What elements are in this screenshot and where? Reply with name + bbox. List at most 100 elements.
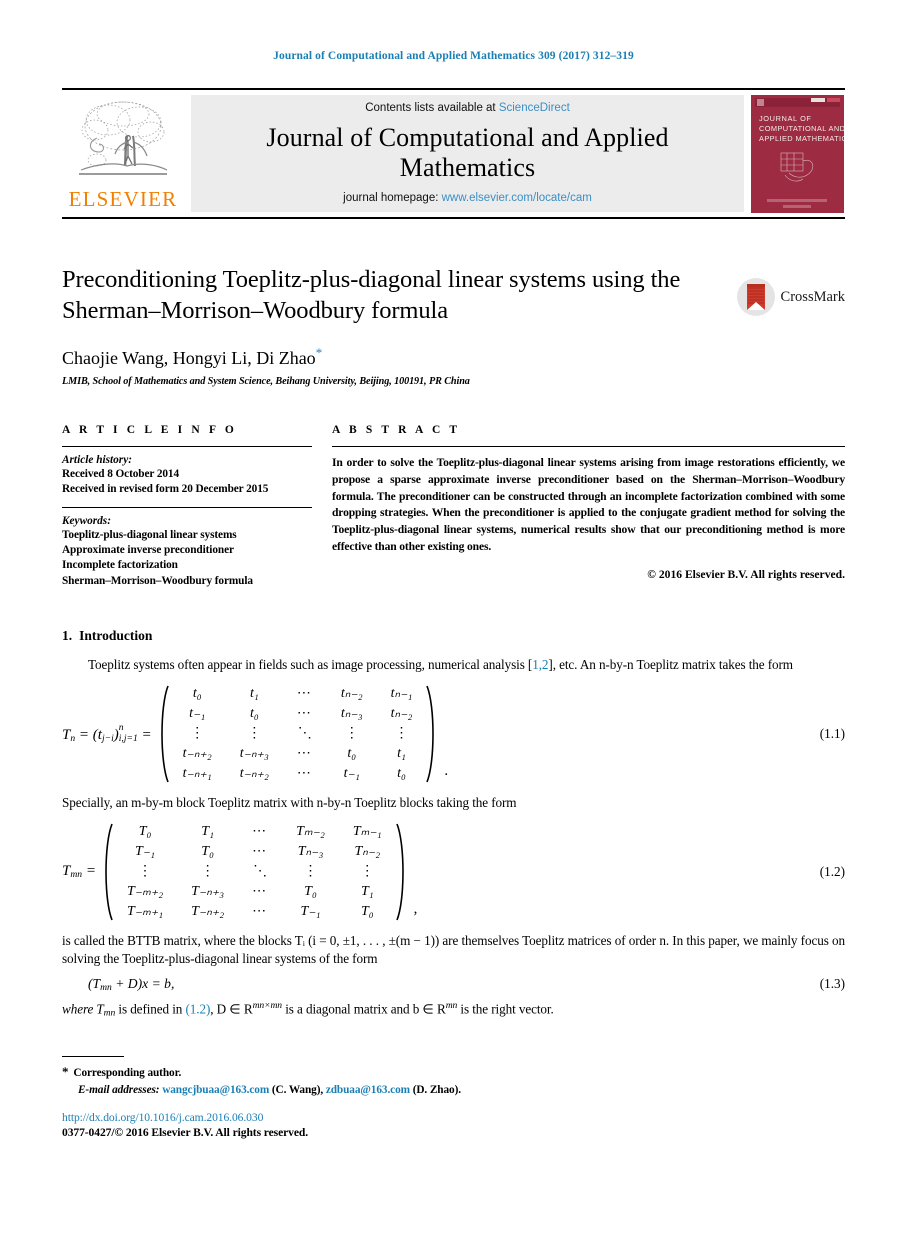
matrix-cell: ⋮: [200, 863, 215, 879]
page-title: Preconditioning Toeplitz-plus-diagonal l…: [62, 266, 681, 324]
elsevier-wordmark: ELSEVIER: [68, 187, 178, 211]
matrix-1-2: T₀ T₁ ⋯ Tₘ₋₂ Tₘ₋₁ T₋₁ T₀ ⋯ Tₙ₋₃ Tₙ₋₂ ⋮ ⋮ ⋱ ⋮ ⋮ T₋ₘ₊₂…: [100, 822, 417, 922]
matrix-cell: t₁: [397, 745, 406, 761]
matrix-cell: Tₙ₋₃: [297, 843, 324, 859]
keyword-item: Incomplete factorization: [62, 559, 178, 572]
matrix-cell: t₀: [347, 745, 357, 761]
elsevier-logo: ELSEVIER: [62, 90, 184, 217]
equation-1-2: Tmn = T₀ T₁ ⋯ Tₘ₋₂ Tₘ₋₁ T₋₁ T₀ ⋯ Tₙ₋₃ Tₙ₋₂ ⋮ ⋮ ⋱ ⋮ ⋮…: [62, 822, 845, 922]
equation-1-3-expression: (Tmn + D)x = b,: [62, 976, 174, 993]
matrix-cell: T₀: [360, 903, 374, 919]
matrix-cell: Tₘ₋₂: [296, 823, 325, 839]
matrix-1-1-table: t₀ t₁ ⋯ tₙ₋₂ tₙ₋₁ t₋₁ t₀ ⋯ tₙ₋₃ tₙ₋₂ ⋮ ⋮ ⋱ ⋮ ⋮ t₋ₙ₊₂…: [169, 684, 427, 784]
journal-cover-image: JOURNAL OF COMPUTATIONAL AND APPLIED MAT…: [751, 94, 844, 213]
para4-after2: is a diagonal matrix and b ∈ R: [282, 1001, 446, 1017]
sciencedirect-link[interactable]: ScienceDirect: [499, 102, 570, 114]
matrix-cell: T₀: [304, 883, 317, 899]
matrix-cell: ⋮: [344, 725, 359, 741]
journal-homepage-link[interactable]: www.elsevier.com/locate/cam: [442, 192, 592, 204]
matrix-cell: ⋯: [296, 705, 313, 721]
title-block: Preconditioning Toeplitz-plus-diagonal l…: [62, 265, 845, 387]
matrix-cell: ⋱: [297, 725, 312, 741]
section-number: 1.: [62, 628, 73, 643]
eq12-equals: =: [82, 863, 96, 880]
para4-sup-2: mn: [445, 999, 458, 1011]
author-list: Chaojie Wang, Hongyi Li, Di Zhao*: [62, 345, 845, 369]
contents-available-line: Contents lists available at ScienceDirec…: [365, 102, 570, 114]
section-title: Introduction: [79, 628, 153, 643]
citation-link-1-2[interactable]: 1,2: [532, 657, 548, 672]
email-link-zhao[interactable]: zdbuaa@163.com: [326, 1084, 410, 1096]
elsevier-tree-icon: [79, 101, 168, 175]
matrix-cell: ⋯: [296, 765, 313, 781]
keywords-label: Keywords:: [62, 514, 111, 527]
abstract-text: In order to solve the Toeplitz-plus-diag…: [332, 456, 845, 553]
matrix-row: T₋₁ T₀ ⋯ Tₙ₋₃ Tₙ₋₂: [113, 842, 396, 862]
equation-1-1-number: (1.1): [819, 725, 845, 741]
matrix-cell: t₋ₙ₊₂: [239, 765, 269, 781]
matrix-cell: ⋯: [252, 823, 269, 839]
equation-1-3-body: (Tmn + D)x = b,: [62, 976, 820, 993]
crossmark-icon: [736, 278, 775, 316]
eq11-equals: =: [137, 727, 152, 744]
matrix-row: t₋ₙ₊₂ t₋ₙ₊₃ ⋯ t₀ t₁: [169, 744, 427, 764]
matrix-cell: ⋮: [138, 863, 153, 879]
author-names: Chaojie Wang, Hongyi Li, Di Zhao: [62, 347, 316, 368]
section-heading-introduction: 1. Introduction: [62, 628, 845, 644]
svg-text:COMPUTATIONAL AND: COMPUTATIONAL AND: [759, 124, 844, 133]
matrix-cell: T₋ₙ₊₂: [191, 903, 225, 919]
matrix-cell: t₋ₙ₊₃: [239, 745, 269, 761]
para4-mid: is defined in: [115, 1001, 186, 1017]
paragraph-intro-1: Toeplitz systems often appear in fields …: [62, 656, 845, 674]
journal-title-line2: Mathematics: [399, 152, 536, 182]
matrix-cell: Tₙ₋₂: [354, 843, 381, 859]
matrix-row: ⋮ ⋮ ⋱ ⋮ ⋮: [113, 862, 396, 882]
para1-text-after: ], etc. An n-by-n Toeplitz matrix takes …: [548, 657, 793, 672]
article-info-heading: A R T I C L E I N F O: [62, 424, 237, 436]
paper-page: Journal of Computational and Applied Mat…: [0, 0, 907, 1238]
issn-copyright-line: 0377-0427/© 2016 Elsevier B.V. All right…: [62, 1126, 309, 1140]
history-received: Received 8 October 2014: [62, 468, 180, 480]
paragraph-intro-3: is called the BTTB matrix, where the blo…: [62, 932, 845, 966]
eq11-sup: n: [118, 722, 124, 734]
right-paren: [396, 822, 409, 922]
email-addresses-note: E-mail addresses: wangcjbuaa@163.com (C.…: [62, 1082, 845, 1098]
equation-1-1-body: Tn = (tj−i) n i,j=1 = t₀ t₁ ⋯ tₙ₋₂ tₙ₋₁ t₋₁ t₀ ⋯…: [62, 684, 820, 784]
matrix-cell: tₙ₋₂: [340, 685, 363, 701]
eq13-sub: mn: [100, 981, 112, 993]
matrix-cell: t₋₁: [343, 765, 360, 781]
matrix-row: t₀ t₁ ⋯ tₙ₋₂ tₙ₋₁: [169, 684, 427, 704]
matrix-cell: tₙ₋₂: [390, 705, 413, 721]
email-link-wang[interactable]: wangcjbuaa@163.com: [162, 1084, 269, 1096]
matrix-cell: t₋ₙ₊₁: [182, 765, 212, 781]
homepage-prefix: journal homepage:: [343, 191, 442, 204]
matrix-row: ⋮ ⋮ ⋱ ⋮ ⋮: [169, 724, 427, 744]
matrix-cell: ⋱: [253, 863, 268, 879]
email-name-wang: (C. Wang),: [271, 1083, 324, 1096]
footnote-rule: [62, 1056, 124, 1057]
matrix-cell: t₋ₙ₊₂: [182, 745, 212, 761]
matrix-cell: ⋯: [296, 685, 313, 701]
corresponding-author-note: * Corresponding author.: [62, 1063, 845, 1082]
matrix-cell: T₋₁: [135, 843, 156, 859]
matrix-row: t₋ₙ₊₁ t₋ₙ₊₂ ⋯ t₋₁ t₀: [169, 764, 427, 784]
eq13-rest: + D)x = b,: [111, 975, 175, 991]
eq13-open: (T: [88, 975, 101, 991]
keyword-item: Sherman–Morrison–Woodbury formula: [62, 574, 253, 587]
citation-link-eq-1-2[interactable]: (1.2): [186, 1001, 211, 1016]
matrix-1-2-table: T₀ T₁ ⋯ Tₘ₋₂ Tₘ₋₁ T₋₁ T₀ ⋯ Tₙ₋₃ Tₙ₋₂ ⋮ ⋮ ⋱ ⋮ ⋮ T₋ₘ₊₂…: [113, 822, 396, 922]
journal-cover-thumbnail: JOURNAL OF COMPUTATIONAL AND APPLIED MAT…: [750, 94, 845, 213]
para1-text-before: Toeplitz systems often appear in fields …: [88, 657, 533, 672]
matrix-row: T₋ₘ₊₁ T₋ₙ₊₂ ⋯ T₋₁ T₀: [113, 902, 396, 922]
matrix-cell: t₁: [249, 685, 259, 701]
info-abstract-section: A R T I C L E I N F O Article history: R…: [62, 424, 845, 589]
equation-1-1: Tn = (tj−i) n i,j=1 = t₀ t₁ ⋯ tₙ₋₂ tₙ₋₁ t₋₁ t₀ ⋯…: [62, 684, 845, 784]
matrix-cell: t₀: [397, 765, 406, 781]
eq11-sub2: i,j=1: [118, 732, 138, 744]
matrix-cell: T₁: [360, 883, 374, 899]
matrix-cell: T₁: [201, 823, 214, 839]
crossmark-badge[interactable]: CrossMark: [736, 277, 845, 317]
matrix-cell: t₋₁: [189, 705, 206, 721]
matrix-cell: ⋮: [303, 863, 318, 879]
doi-link[interactable]: http://dx.doi.org/10.1016/j.cam.2016.06.…: [62, 1111, 845, 1124]
